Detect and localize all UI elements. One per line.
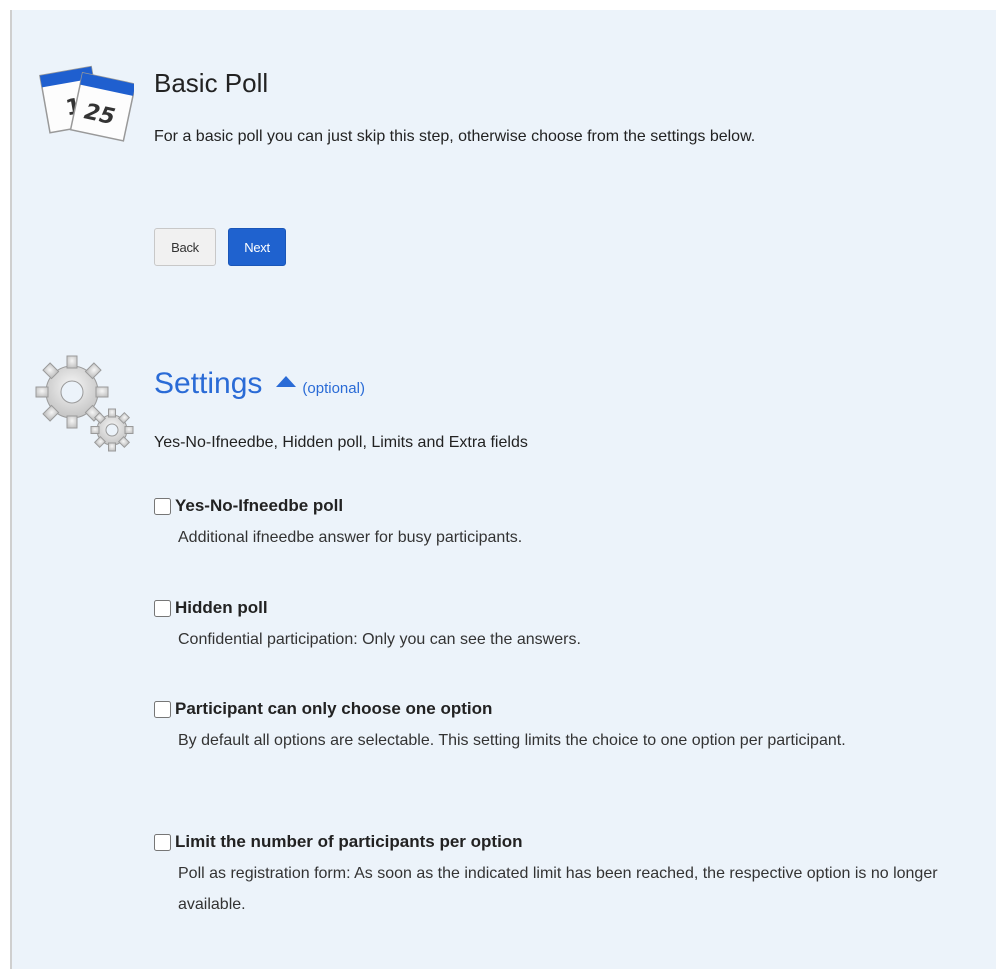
- yes-no-ifneedbe-checkbox[interactable]: [154, 497, 171, 515]
- option-description: Additional ifneedbe answer for busy part…: [178, 529, 523, 546]
- settings-header[interactable]: Settings (optional): [154, 367, 365, 401]
- settings-subtitle: Yes-No-Ifneedbe, Hidden poll, Limits and…: [154, 434, 528, 451]
- option-label[interactable]: Yes-No-Ifneedbe poll: [175, 496, 343, 516]
- caret-up-icon[interactable]: [276, 376, 297, 387]
- limit-participants-checkbox[interactable]: [154, 833, 171, 851]
- option-label[interactable]: Limit the number of participants per opt…: [175, 832, 523, 852]
- option-hidden-poll: Hidden poll Confidential participation: …: [154, 598, 974, 655]
- back-button[interactable]: Back: [154, 228, 216, 266]
- gears-icon: [35, 355, 134, 452]
- option-one-choice: Participant can only choose one option B…: [154, 699, 974, 756]
- optional-label: (optional): [302, 380, 365, 397]
- hidden-poll-checkbox[interactable]: [154, 599, 171, 617]
- calendar-icon: 1 25: [39, 65, 134, 142]
- option-description: Poll as registration form: As soon as th…: [178, 865, 938, 913]
- option-description: By default all options are selectable. T…: [178, 732, 846, 749]
- option-label[interactable]: Hidden poll: [175, 598, 268, 618]
- basic-poll-description: For a basic poll you can just skip this …: [154, 128, 756, 145]
- basic-poll-title: Basic Poll: [154, 68, 269, 98]
- option-limit-participants: Limit the number of participants per opt…: [154, 832, 974, 920]
- option-label[interactable]: Participant can only choose one option: [175, 699, 492, 719]
- option-description: Confidential participation: Only you can…: [178, 631, 581, 648]
- option-yes-no-ifneedbe: Yes-No-Ifneedbe poll Additional ifneedbe…: [154, 496, 974, 553]
- one-choice-checkbox[interactable]: [154, 700, 171, 718]
- poll-settings-panel: 1 25 Basic Poll For a basic poll you can…: [10, 10, 996, 969]
- settings-title[interactable]: Settings: [154, 367, 262, 401]
- next-button[interactable]: Next: [228, 228, 286, 266]
